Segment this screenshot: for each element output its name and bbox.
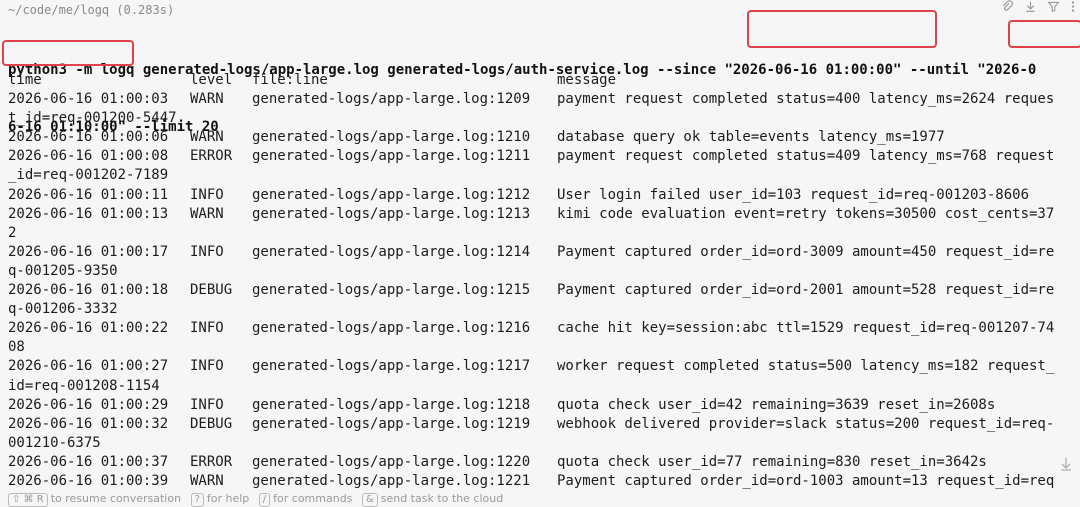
column-file-line: file:line — [252, 72, 328, 88]
log-file-line: generated-logs/app-large.log:1209 — [252, 91, 531, 108]
commands-hint: for commands — [273, 492, 353, 505]
log-row: 2026-06-16 01:00:37 ERROR generated-logs/a… — [8, 453, 1074, 472]
log-message-wrap: id=req-001208-1154 — [8, 377, 160, 394]
log-file-line: generated-logs/app-large.log:1211 — [252, 148, 531, 165]
commands-shortcut-key: / — [258, 493, 271, 507]
log-message-wrap: 001210-6375 — [8, 434, 101, 451]
scroll-down-icon[interactable] — [1060, 457, 1072, 475]
log-row: 2026-06-16 01:00:06 WARN generated-logs/ap… — [8, 128, 1074, 147]
log-level: WARN — [190, 472, 224, 489]
log-time: 2026-06-16 01:00:37 — [8, 453, 169, 470]
log-time: 2026-06-16 01:00:22 — [8, 320, 169, 337]
log-time: 2026-06-16 01:00:13 — [8, 205, 169, 222]
log-table: time level file:line message 2026-06-16 … — [8, 71, 1074, 491]
log-file-line: generated-logs/app-large.log:1210 — [252, 129, 531, 146]
log-row: 2026-06-16 01:00:29 INFO generated-logs/ap… — [8, 396, 1074, 415]
log-level: WARN — [190, 91, 224, 108]
log-file-line: generated-logs/app-large.log:1212 — [252, 186, 531, 203]
log-time: 2026-06-16 01:00:11 — [8, 186, 169, 203]
log-level: INFO — [190, 186, 224, 203]
column-level: level — [190, 72, 233, 88]
attach-icon[interactable] — [1001, 0, 1014, 17]
filter-icon[interactable] — [1047, 0, 1060, 17]
terminal-window: ~/code/me/logq (0.283s) python3 -m logq … — [0, 0, 1080, 507]
resume-hint: to resume conversation — [50, 492, 182, 505]
log-level: ERROR — [190, 453, 233, 470]
log-time: 2026-06-16 01:00:32 — [8, 415, 169, 432]
log-message-wrap: _id=req-001202-7189 — [8, 167, 169, 184]
log-time: 2026-06-16 01:00:08 — [8, 148, 169, 165]
log-level: WARN — [190, 205, 224, 222]
log-row: 2026-06-16 01:00:18 DEBUG generated-logs/a… — [8, 281, 1074, 300]
log-level: WARN — [190, 129, 224, 146]
log-level: INFO — [190, 358, 224, 375]
log-time: 2026-06-16 01:00:39 — [8, 472, 169, 489]
toolbar — [1001, 0, 1076, 17]
log-message-wrap: 2 — [8, 224, 17, 241]
command-path-header: ~/code/me/logq (0.283s) — [8, 3, 175, 17]
log-file-line: generated-logs/app-large.log:1214 — [252, 243, 531, 260]
resume-shortcut-key: ⇧ ⌘ R — [8, 493, 48, 507]
log-message: User login failed user_id=103 request_id… — [557, 186, 1030, 203]
log-time: 2026-06-16 01:00:27 — [8, 358, 169, 375]
help-hint: for help — [206, 492, 250, 505]
log-row: 2026-06-16 01:00:32 DEBUG generated-logs/a… — [8, 415, 1074, 434]
log-level: INFO — [190, 243, 224, 260]
log-table-header: time level file:line message — [8, 71, 1074, 90]
log-message: quota check user_id=77 remaining=830 res… — [557, 453, 987, 470]
log-message: payment request completed status=400 lat… — [557, 91, 1055, 108]
log-level: INFO — [190, 396, 224, 413]
cloud-shortcut-key: & — [361, 493, 378, 507]
log-message-wrap: q-001206-3332 — [8, 301, 118, 318]
log-row: 2026-06-16 01:00:27 INFO generated-logs/ap… — [8, 357, 1074, 376]
log-time: 2026-06-16 01:00:29 — [8, 396, 169, 413]
log-message-wrap: q-001205-9350 — [8, 262, 118, 279]
log-message: webhook delivered provider=slack status=… — [557, 415, 1055, 432]
log-row: 2026-06-16 01:00:22 INFO generated-logs/ap… — [8, 319, 1074, 338]
log-time: 2026-06-16 01:00:18 — [8, 282, 169, 299]
column-time: time — [8, 72, 42, 88]
log-message-wrap: 08 — [8, 339, 25, 356]
log-level: ERROR — [190, 148, 233, 165]
log-time: 2026-06-16 01:00:03 — [8, 91, 169, 108]
log-row: 2026-06-16 01:00:08 ERROR generated-logs/a… — [8, 147, 1074, 166]
log-message: database query ok table=events latency_m… — [557, 129, 945, 146]
log-file-line: generated-logs/app-large.log:1221 — [252, 472, 531, 489]
log-message: cache hit key=session:abc ttl=1529 reque… — [557, 320, 1055, 337]
log-level: DEBUG — [190, 415, 233, 432]
footer-hints: ⇧ ⌘ Rto resume conversation ? for help / f… — [0, 491, 1080, 507]
log-level: DEBUG — [190, 282, 233, 299]
log-message: Payment captured order_id=ord-2001 amoun… — [557, 282, 1055, 299]
log-file-line: generated-logs/app-large.log:1217 — [252, 358, 531, 375]
log-file-line: generated-logs/app-large.log:1220 — [252, 453, 531, 470]
log-message: Payment captured order_id=ord-1003 amoun… — [557, 472, 1055, 489]
log-row: 2026-06-16 01:00:11 INFO generated-logs/ap… — [8, 186, 1074, 205]
cloud-hint: send task to the cloud — [380, 492, 504, 505]
log-row: 2026-06-16 01:00:39 WARN generated-logs/ap… — [8, 472, 1074, 491]
log-time: 2026-06-16 01:00:06 — [8, 129, 169, 146]
log-level: INFO — [190, 320, 224, 337]
log-file-line: generated-logs/app-large.log:1215 — [252, 282, 531, 299]
log-message: Payment captured order_id=ord-3009 amoun… — [557, 243, 1055, 260]
help-shortcut-key: ? — [190, 493, 204, 507]
log-row: 2026-06-16 01:00:03 WARN generated-logs/ap… — [8, 90, 1074, 109]
column-message: message — [557, 72, 617, 88]
log-message: quota check user_id=42 remaining=3639 re… — [557, 396, 996, 413]
log-message: kimi code evaluation event=retry tokens=… — [557, 205, 1055, 222]
log-message: worker request completed status=500 late… — [557, 358, 1055, 375]
log-rows: 2026-06-16 01:00:03 WARN generated-logs/ap… — [8, 90, 1074, 491]
log-message-wrap: t_id=req-001200-5447 — [8, 110, 177, 127]
more-vertical-icon[interactable] — [1070, 0, 1076, 17]
log-file-line: generated-logs/app-large.log:1216 — [252, 320, 531, 337]
download-icon[interactable] — [1024, 0, 1037, 17]
log-file-line: generated-logs/app-large.log:1213 — [252, 205, 531, 222]
log-message: payment request completed status=409 lat… — [557, 148, 1055, 165]
log-file-line: generated-logs/app-large.log:1219 — [252, 415, 531, 432]
log-time: 2026-06-16 01:00:17 — [8, 243, 169, 260]
log-file-line: generated-logs/app-large.log:1218 — [252, 396, 531, 413]
log-row: 2026-06-16 01:00:13 WARN generated-logs/ap… — [8, 205, 1074, 224]
log-row: 2026-06-16 01:00:17 INFO generated-logs/ap… — [8, 243, 1074, 262]
